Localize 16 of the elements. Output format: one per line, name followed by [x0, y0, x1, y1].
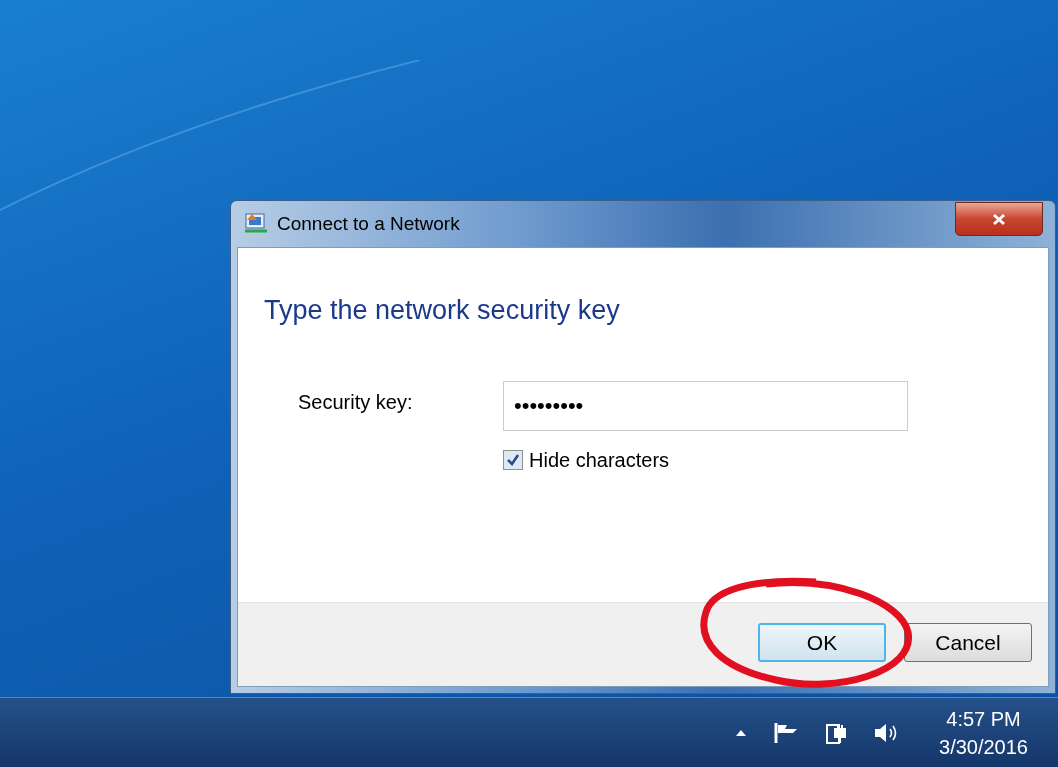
- security-key-label: Security key:: [298, 389, 414, 415]
- clock-date: 3/30/2016: [939, 734, 1028, 760]
- close-button[interactable]: [955, 202, 1043, 236]
- security-key-field[interactable]: •••••••••: [503, 380, 908, 431]
- close-icon: [992, 212, 1006, 226]
- dialog-heading: Type the network security key: [264, 294, 621, 327]
- clock-time: 4:57 PM: [946, 706, 1021, 732]
- dialog-button[interactable]: OK: [758, 623, 886, 662]
- show-hidden-icons-icon[interactable]: [735, 728, 747, 737]
- dialog-button[interactable]: Cancel: [904, 623, 1032, 662]
- flag-icon[interactable]: [773, 721, 799, 744]
- checkmark-icon: [506, 452, 520, 467]
- window-title: Connect to a Network: [277, 211, 460, 236]
- speaker-icon[interactable]: [873, 721, 899, 744]
- hide-characters-label: Hide characters: [529, 447, 670, 473]
- hide-characters-checkbox[interactable]: [503, 449, 523, 470]
